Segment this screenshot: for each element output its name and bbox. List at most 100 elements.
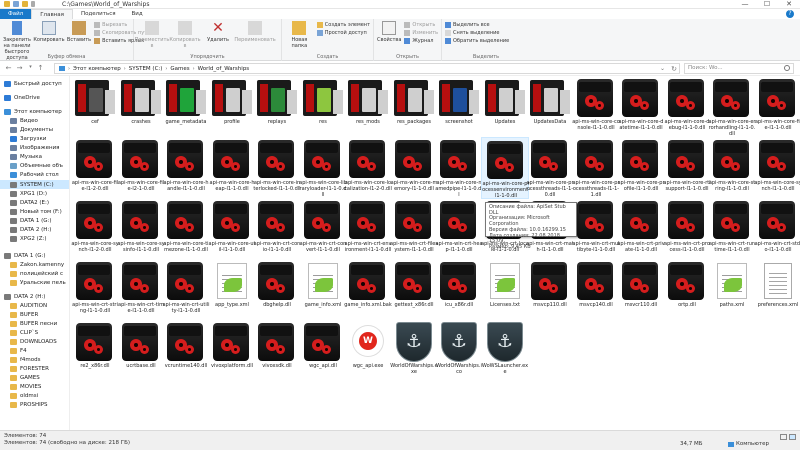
select-none-button[interactable]: Снять выделение <box>445 30 509 36</box>
nav-item[interactable]: Быстрый доступ <box>0 79 69 88</box>
file-item[interactable]: api-ms-win-core-datetime-l1-1-0.dll <box>617 76 665 138</box>
file-item[interactable]: api-ms-win-core-profile-l1-1-0.dll <box>617 137 665 199</box>
breadcrumb-wows[interactable]: World_of_Warships <box>198 66 250 72</box>
file-item[interactable]: api-ms-win-crt-filesystem-l1-1-0.dll <box>390 198 438 260</box>
nav-item[interactable]: DOWNLOADS <box>0 337 69 346</box>
file-item[interactable]: api-ms-win-crt-heap-l1-1-0.dll <box>435 198 483 260</box>
file-item[interactable]: vcruntime140.dll <box>162 320 210 382</box>
file-item[interactable]: app_type.xml <box>208 259 256 321</box>
recent-chevron-icon[interactable]: ▾ <box>26 64 35 70</box>
forward-arrow-icon[interactable]: → <box>15 64 24 72</box>
file-item[interactable]: api-ms-win-core-errorhandling-l1-1-0.dll <box>708 76 756 138</box>
file-item[interactable]: api-ms-win-crt-environment-l1-1-0.dll <box>344 198 392 260</box>
file-item[interactable]: api-ms-win-core-interlocked-l1-1-0.dll <box>253 137 301 199</box>
tab-share[interactable]: Поделиться <box>73 9 124 19</box>
folder-item[interactable]: profile <box>208 76 256 138</box>
file-item[interactable]: api-ms-win-core-memory-l1-1-0.dll <box>390 137 438 199</box>
properties-icon[interactable] <box>13 1 19 7</box>
file-item[interactable]: api-ms-win-core-debug-l1-1-0.dll <box>663 76 711 138</box>
edit-button[interactable]: Изменить <box>404 30 438 36</box>
close-button[interactable]: ✕ <box>778 0 800 9</box>
open-button[interactable]: Открыть <box>404 22 438 28</box>
file-item[interactable]: msvcp140.dll <box>572 259 620 321</box>
nav-item[interactable]: полицейский с <box>0 269 69 278</box>
file-item[interactable]: api-ms-win-core-file-l1-2-0.dll <box>71 137 119 199</box>
folder-item[interactable]: replays <box>253 76 301 138</box>
easy-access-button[interactable]: Простой доступ <box>316 30 370 36</box>
nav-item[interactable]: GAMES <box>0 373 69 382</box>
nav-item[interactable]: Zakon.kamenny <box>0 260 69 269</box>
nav-item[interactable]: Новый том (F:) <box>0 207 69 216</box>
nav-item[interactable]: DATA2 (E:) <box>0 198 69 207</box>
nav-item[interactable]: XPG2 (Z:) <box>0 234 69 243</box>
nav-item[interactable]: Этот компьютер <box>0 107 69 116</box>
file-item[interactable]: api-ms-win-core-processenvironment-l1-1-… <box>481 137 530 199</box>
nav-item[interactable]: Изображения <box>0 143 69 152</box>
nav-item[interactable]: BUFER песни <box>0 319 69 328</box>
file-item[interactable]: api-ms-win-core-file-l1-1-0.dll <box>754 76 800 138</box>
nav-item[interactable]: F4 <box>0 346 69 355</box>
file-item[interactable]: api-ms-win-crt-utility-l1-1-0.dll <box>162 259 210 321</box>
nav-item[interactable]: f4mods <box>0 355 69 364</box>
folder-item[interactable]: Updates <box>481 76 529 138</box>
file-item[interactable]: msvcp110.dll <box>526 259 574 321</box>
file-item[interactable]: api-ms-win-crt-time-l1-1-0.dll <box>117 259 165 321</box>
file-item[interactable]: api-ms-win-core-heap-l1-1-0.dll <box>208 137 256 199</box>
file-item[interactable]: api-ms-win-crt-process-l1-1-0.dll <box>663 198 711 260</box>
nav-item[interactable]: CLIP`S <box>0 328 69 337</box>
address-bar[interactable]: › Этот компьютер › SYSTEM (C:) › Games ›… <box>54 63 680 74</box>
customize-chevron-icon[interactable] <box>31 1 35 7</box>
nav-item[interactable]: Музыка <box>0 152 69 161</box>
file-item[interactable]: api-ms-win-core-string-l1-1-0.dll <box>708 137 756 199</box>
nav-item[interactable]: Документы <box>0 125 69 134</box>
file-item[interactable]: paths.xml <box>708 259 756 321</box>
large-icons-view-icon[interactable] <box>789 434 796 440</box>
nav-item[interactable]: Загрузки <box>0 134 69 143</box>
nav-item[interactable]: BUFER <box>0 310 69 319</box>
file-item[interactable]: api-ms-win-core-synch-l1-2-0.dll <box>71 198 119 260</box>
nav-item[interactable]: oldmsi <box>0 391 69 400</box>
file-item[interactable]: msvcr110.dll <box>617 259 665 321</box>
folder-item[interactable]: crashes <box>117 76 165 138</box>
nav-item[interactable]: Рабочий стол <box>0 170 69 179</box>
history-button[interactable]: Журнал <box>404 38 438 44</box>
file-item[interactable]: ⚓ WorldOfWarships.exe <box>390 320 438 382</box>
invert-selection-button[interactable]: Обратить выделение <box>445 38 509 44</box>
nav-item[interactable]: Уральские пель <box>0 278 69 287</box>
file-item[interactable]: api-ms-win-core-localization-l1-2-0.dll <box>344 137 392 199</box>
details-view-icon[interactable] <box>780 434 787 440</box>
file-item[interactable]: wgc_api.exe <box>344 320 392 382</box>
file-item[interactable]: api-ms-win-core-synch-l1-1-0.dll <box>754 137 800 199</box>
file-item[interactable]: api-ms-win-core-processthreads-l1-1-0.dl… <box>526 137 574 199</box>
file-item[interactable]: api-ms-win-crt-string-l1-1-0.dll <box>71 259 119 321</box>
file-item[interactable]: vivoxsdk.dll <box>253 320 301 382</box>
file-item[interactable]: game_info.xml <box>299 259 347 321</box>
new-item-button[interactable]: Создать элемент <box>316 22 370 28</box>
nav-item[interactable]: DATA 1 (G:) <box>0 216 69 225</box>
nav-item[interactable]: SYSTEM (C:) <box>0 180 69 189</box>
file-item[interactable]: ⚓ WoWSLauncher.exe <box>481 320 529 382</box>
file-item[interactable]: preferences.xml <box>754 259 800 321</box>
breadcrumb-computer[interactable]: Этот компьютер <box>73 66 121 72</box>
minimize-button[interactable]: — <box>734 0 756 9</box>
folder-item[interactable]: game_metadata <box>162 76 210 138</box>
tab-view[interactable]: Вид <box>124 9 151 19</box>
file-item[interactable]: re2_x86r.dll <box>71 320 119 382</box>
folder-item[interactable]: UpdatesData <box>526 76 574 138</box>
folder-item[interactable]: screenshot <box>435 76 483 138</box>
up-arrow-icon[interactable]: ↑ <box>36 64 45 72</box>
maximize-button[interactable]: ☐ <box>756 0 778 9</box>
folder-item[interactable]: res <box>299 76 347 138</box>
select-all-button[interactable]: Выделить все <box>445 22 509 28</box>
file-item[interactable]: api-ms-win-core-timezone-l1-1-0.dll <box>162 198 210 260</box>
file-item[interactable]: api-ms-win-core-libraryloader-l1-1-0.dll <box>299 137 347 199</box>
file-item[interactable]: api-ms-win-core-sysinfo-l1-1-0.dll <box>117 198 165 260</box>
file-item[interactable]: api-ms-win-crt-convert-l1-1-0.dll <box>299 198 347 260</box>
file-item[interactable]: icu_x86r.dll <box>435 259 483 321</box>
file-item[interactable]: api-ms-win-core-console-l1-1-0.dll <box>572 76 620 138</box>
file-item[interactable]: ⚓ WorldOfWarships.ico <box>435 320 483 382</box>
file-item[interactable]: api-ms-win-core-rtlsupport-l1-1-0.dll <box>663 137 711 199</box>
file-item[interactable]: dbghelp.dll <box>253 259 301 321</box>
file-item[interactable]: wgc_api.dll <box>299 320 347 382</box>
nav-item[interactable]: FORESTER <box>0 364 69 373</box>
